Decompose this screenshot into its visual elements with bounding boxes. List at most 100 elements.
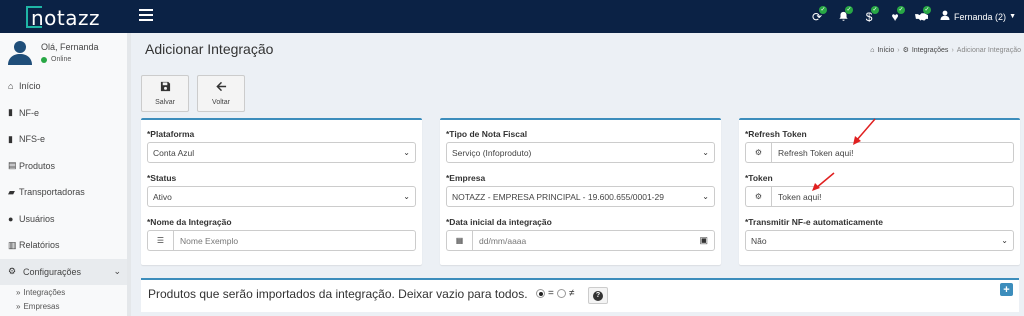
home-icon: ⌂	[8, 81, 14, 92]
cogs-icon: ⚙	[902, 47, 909, 54]
invoice-type-label: *Tipo de Nota Fiscal	[446, 129, 528, 139]
sync-icon[interactable]: ⟳ ✓	[804, 0, 830, 33]
save-button[interactable]: Salvar	[141, 75, 189, 112]
breadcrumb-current: Adicionar Integração	[956, 46, 1021, 54]
form-box-tokens: *Refresh Token ⚙ Refresh Token aqui! *To…	[739, 118, 1020, 265]
handshake-icon[interactable]: ✓	[908, 0, 934, 33]
breadcrumb-integracoes[interactable]: Integrações	[912, 47, 949, 54]
list-icon: ☰	[147, 230, 173, 251]
archive-icon: ▤	[8, 160, 17, 171]
sidebar-item-inicio[interactable]: ⌂ Início	[0, 73, 127, 100]
double-chevron-right-icon: »	[16, 287, 21, 297]
platform-label: *Plataforma	[147, 129, 195, 139]
status-select[interactable]: Ativo ⌄	[147, 186, 416, 207]
invoice-type-select[interactable]: Serviço (Infoproduto) ⌄	[446, 142, 715, 163]
heart-icon[interactable]: ♥ ✓	[882, 0, 908, 33]
products-section: Produtos que serão importados da integra…	[141, 278, 1019, 312]
arrow-left-icon	[215, 81, 227, 95]
sidebar-item-configuracoes[interactable]: ⚙ Configurações ⌄	[0, 258, 127, 285]
logo: notazz	[25, 4, 104, 30]
company-select[interactable]: NOTAZZ - EMPRESA PRINCIPAL - 19.600.655/…	[446, 186, 715, 207]
help-button[interactable]: ?	[588, 287, 608, 304]
sidebar-item-transportadoras[interactable]: ▰ Transportadoras	[0, 179, 127, 206]
sidebar-subitem-integracoes[interactable]: » Integrações	[0, 285, 127, 299]
floppy-disk-icon	[160, 81, 171, 95]
integration-name-input[interactable]: Nome Exemplo	[173, 230, 416, 251]
add-product-button[interactable]: +	[1000, 283, 1013, 296]
chevron-down-icon: ⌄	[702, 148, 709, 157]
home-icon: ⌂	[870, 46, 875, 54]
start-date-input[interactable]: dd/mm/aaaa ▣	[472, 230, 715, 251]
gear-icon: ⚙	[8, 266, 17, 277]
chevron-down-icon: ⌄	[1001, 236, 1008, 245]
sidebar-item-relatorios[interactable]: ▥ Relatórios	[0, 232, 127, 259]
start-date-group: ▦ dd/mm/aaaa ▣	[446, 230, 715, 251]
start-date-label: *Data inicial da integração	[446, 217, 552, 227]
token-group: ⚙ Token aqui!	[745, 186, 1014, 207]
form-box-plataforma: *Plataforma Conta Azul ⌄ *Status Ativo ⌄ *…	[141, 118, 422, 265]
equal-symbol: =	[548, 288, 554, 299]
file-icon: ▮	[8, 107, 13, 118]
auto-nfe-label: *Transmitir NF-e automaticamente	[745, 217, 883, 227]
user-icon: ●	[8, 213, 14, 224]
products-filter-toggle: = ≠	[533, 288, 574, 299]
sidebar-item-produtos[interactable]: ▤ Produtos	[0, 153, 127, 180]
question-icon: ?	[593, 290, 603, 301]
user-panel: Olá, Fernanda Online	[0, 33, 127, 73]
hamburger-menu-icon[interactable]	[139, 9, 153, 21]
status-label: *Status	[147, 173, 177, 183]
integration-name-label: *Nome da Integração	[147, 217, 232, 227]
page-title: Adicionar Integração	[145, 41, 274, 57]
platform-select[interactable]: Conta Azul ⌄	[147, 142, 416, 163]
integration-name-group: ☰ Nome Exemplo	[147, 230, 416, 251]
back-button[interactable]: Voltar	[197, 75, 245, 112]
not-equal-symbol: ≠	[568, 288, 575, 299]
chevron-down-icon: ⌄	[403, 192, 410, 201]
file-icon: ▮	[8, 133, 13, 144]
calendar-picker-icon[interactable]: ▣	[699, 235, 708, 246]
products-title: Produtos que serão importados da integra…	[148, 287, 528, 301]
top-navbar: notazz ⟳ ✓ ✓ $ ✓ ♥ ✓ ✓ Fernanda (2) ▼	[0, 0, 1024, 33]
user-menu[interactable]: Fernanda (2) ▼	[940, 10, 1016, 23]
sidebar-item-nfe[interactable]: ▮ NF-e	[0, 100, 127, 127]
refresh-token-input[interactable]: Refresh Token aqui!	[771, 142, 1014, 163]
chevron-down-icon: ⌄	[113, 266, 121, 277]
user-status: Online	[41, 56, 71, 63]
sidebar: Olá, Fernanda Online ⌂ Início ▮ NF-e ▮ NFS-…	[0, 33, 131, 316]
online-dot-icon	[41, 56, 47, 63]
breadcrumb-separator: ›	[951, 46, 954, 54]
not-equal-radio[interactable]	[556, 289, 566, 298]
sidebar-subitem-empresas[interactable]: » Empresas	[0, 299, 127, 313]
chevron-down-icon: ⌄	[702, 192, 709, 201]
double-chevron-right-icon: »	[16, 301, 21, 311]
avatar	[8, 41, 32, 65]
logo-container[interactable]: notazz	[0, 0, 131, 33]
cogs-icon: ⚙	[745, 186, 771, 207]
refresh-token-label: *Refresh Token	[745, 129, 807, 139]
bell-icon[interactable]: ✓	[830, 0, 856, 33]
breadcrumb-home[interactable]: Início	[877, 47, 894, 54]
token-input[interactable]: Token aqui!	[771, 186, 1014, 207]
cogs-icon: ⚙	[745, 142, 771, 163]
truck-icon: ▰	[8, 186, 15, 197]
refresh-token-group: ⚙ Refresh Token aqui!	[745, 142, 1014, 163]
breadcrumb: ⌂ Início › ⚙ Integrações › Adicionar Int…	[870, 46, 1021, 55]
bar-chart-icon: ▥	[8, 239, 17, 250]
chevron-down-icon: ⌄	[403, 148, 410, 157]
topbar-icons: ⟳ ✓ ✓ $ ✓ ♥ ✓ ✓ Fernanda (2) ▼	[804, 0, 1016, 33]
token-label: *Token	[745, 173, 773, 183]
sidebar-item-usuarios[interactable]: ● Usuários	[0, 206, 127, 233]
user-menu-label: Fernanda (2)	[954, 11, 1007, 22]
form-box-nota-fiscal: *Tipo de Nota Fiscal Serviço (Infoprodut…	[440, 118, 721, 265]
auto-nfe-select[interactable]: Não ⌄	[745, 230, 1014, 251]
dollar-icon[interactable]: $ ✓	[856, 0, 882, 33]
action-toolbar: Salvar Voltar	[141, 75, 253, 112]
sidebar-item-nfse[interactable]: ▮ NFS-e	[0, 126, 127, 153]
user-icon	[940, 10, 950, 23]
user-greeting: Olá, Fernanda	[41, 42, 99, 52]
breadcrumb-separator: ›	[897, 46, 900, 54]
calendar-icon: ▦	[446, 230, 472, 251]
equal-radio[interactable]	[536, 289, 545, 298]
logo-frame	[25, 5, 42, 28]
content-header: Adicionar Integração ⌂ Início › ⚙ Integr…	[131, 33, 1024, 65]
